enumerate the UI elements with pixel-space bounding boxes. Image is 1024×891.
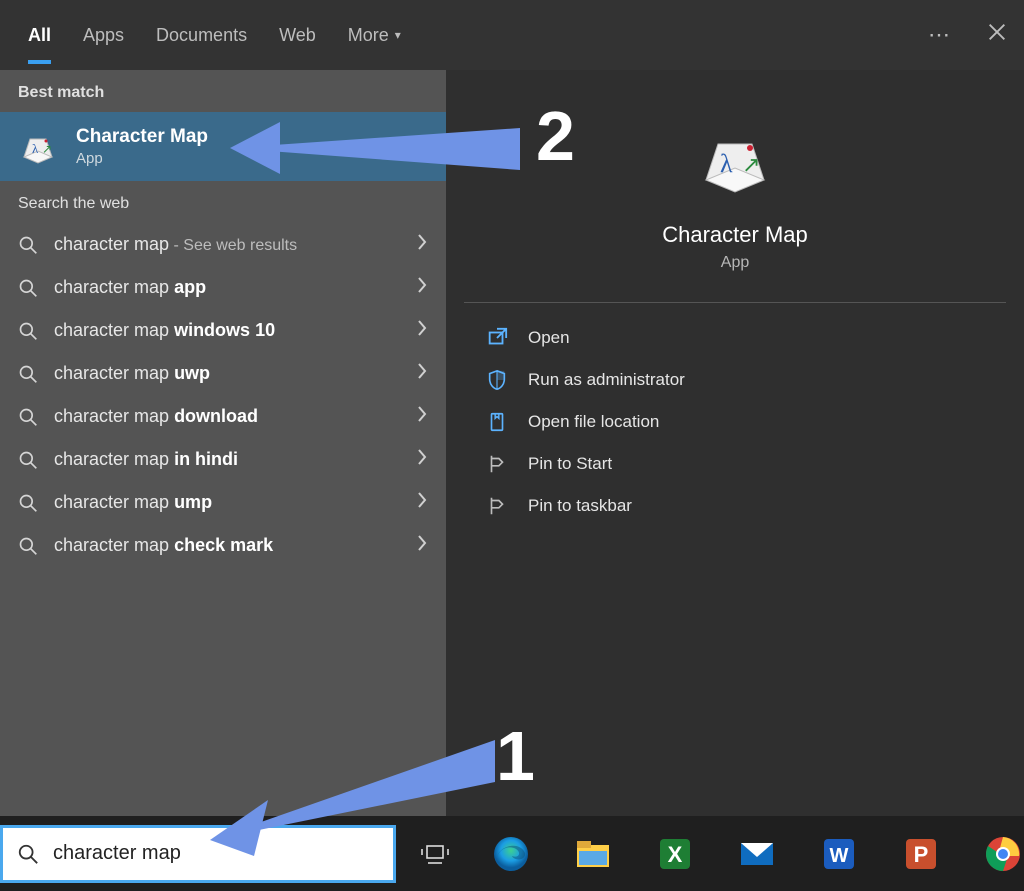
web-result-text: character map download [54,406,400,427]
chevron-right-icon [416,276,428,299]
taskbar-app-mail[interactable] [736,833,778,875]
detail-divider [464,302,1006,303]
action-open-label: Open [528,328,570,348]
close-icon [986,21,1008,43]
chevron-right-icon [416,491,428,514]
admin-shield-icon [486,369,508,391]
web-result-item[interactable]: character map windows 10 [0,309,446,352]
search-web-heading: Search the web [0,181,446,223]
search-icon [18,321,38,341]
action-open-location[interactable]: Open file location [446,401,1024,443]
tab-documents[interactable]: Documents [156,0,247,70]
svg-text:λ: λ [720,149,733,178]
svg-text:W: W [830,845,849,867]
chevron-right-icon [416,319,428,342]
web-result-item[interactable]: character map in hindi [0,438,446,481]
chevron-right-icon [416,233,428,256]
action-admin-label: Run as administrator [528,370,685,390]
detail-title: Character Map [662,222,808,248]
taskbar-app-powerpoint[interactable]: P [900,833,942,875]
search-icon [18,278,38,298]
action-run-admin[interactable]: Run as administrator [446,359,1024,401]
search-icon [18,536,38,556]
best-match-result[interactable]: λ ↗ Character Map App [0,112,446,181]
character-map-large-icon: λ ↗ [698,126,772,200]
search-icon [18,407,38,427]
taskbar-app-edge[interactable] [490,833,532,875]
chevron-down-icon: ▾ [395,28,401,42]
web-result-item[interactable]: character map uwp [0,352,446,395]
taskbar-search-box[interactable] [0,825,396,883]
web-result-text: character map - See web results [54,234,400,255]
search-icon [18,450,38,470]
tab-documents-label: Documents [156,25,247,46]
taskbar-app-file-explorer[interactable] [572,833,614,875]
result-detail-panel: λ ↗ Character Map App Open Run as admini [446,70,1024,816]
options-ellipsis-button[interactable]: ⋯ [928,22,950,48]
tab-all[interactable]: All [28,0,51,70]
taskbar: X W P [0,816,1024,891]
chevron-right-icon [416,448,428,471]
web-result-item[interactable]: character map download [0,395,446,438]
tab-more[interactable]: More ▾ [348,0,401,70]
chevron-right-icon [416,362,428,385]
folder-location-icon [486,411,508,433]
task-view-button[interactable] [420,839,450,869]
action-pin-taskbar-label: Pin to taskbar [528,496,632,516]
tab-more-label: More [348,25,389,46]
svg-text:↗: ↗ [742,152,760,177]
tab-apps-label: Apps [83,25,124,46]
tab-apps[interactable]: Apps [83,0,124,70]
action-location-label: Open file location [528,412,659,432]
web-result-item[interactable]: character map - See web results [0,223,446,266]
taskbar-app-chrome[interactable] [982,833,1024,875]
tab-web-label: Web [279,25,316,46]
web-result-text: character map uwp [54,363,400,384]
character-map-app-icon: λ ↗ [18,127,58,167]
search-input[interactable] [53,842,379,865]
web-result-text: character map in hindi [54,449,400,470]
best-match-title: Character Map [76,126,208,148]
search-icon [18,493,38,513]
search-filter-tabs-bar: All Apps Documents Web More ▾ ⋯ [0,0,1024,70]
detail-subtitle: App [721,254,749,272]
svg-text:P: P [914,842,929,867]
open-icon [486,327,508,349]
search-icon [18,235,38,255]
tab-all-label: All [28,25,51,46]
action-pin-start[interactable]: Pin to Start [446,443,1024,485]
results-list-panel: Best match λ ↗ Character Map App Search … [0,70,446,816]
pin-icon [486,453,508,475]
web-result-text: character map check mark [54,535,400,556]
web-result-item[interactable]: character map ump [0,481,446,524]
web-result-text: character map ump [54,492,400,513]
taskbar-app-word[interactable]: W [818,833,860,875]
chevron-right-icon [416,405,428,428]
web-result-text: character map app [54,277,400,298]
search-icon [17,843,39,865]
action-open[interactable]: Open [446,317,1024,359]
tab-web[interactable]: Web [279,0,316,70]
svg-text:λ: λ [32,141,39,156]
web-result-item[interactable]: character map app [0,266,446,309]
web-result-text: character map windows 10 [54,320,400,341]
svg-text:↗: ↗ [42,142,52,156]
action-pin-start-label: Pin to Start [528,454,612,474]
svg-text:X: X [668,842,683,867]
search-icon [18,364,38,384]
taskbar-app-excel[interactable]: X [654,833,696,875]
close-button[interactable] [986,21,1008,49]
best-match-heading: Best match [0,70,446,112]
chevron-right-icon [416,534,428,557]
web-result-item[interactable]: character map check mark [0,524,446,567]
best-match-subtitle: App [76,150,208,167]
action-pin-taskbar[interactable]: Pin to taskbar [446,485,1024,527]
pin-icon [486,495,508,517]
